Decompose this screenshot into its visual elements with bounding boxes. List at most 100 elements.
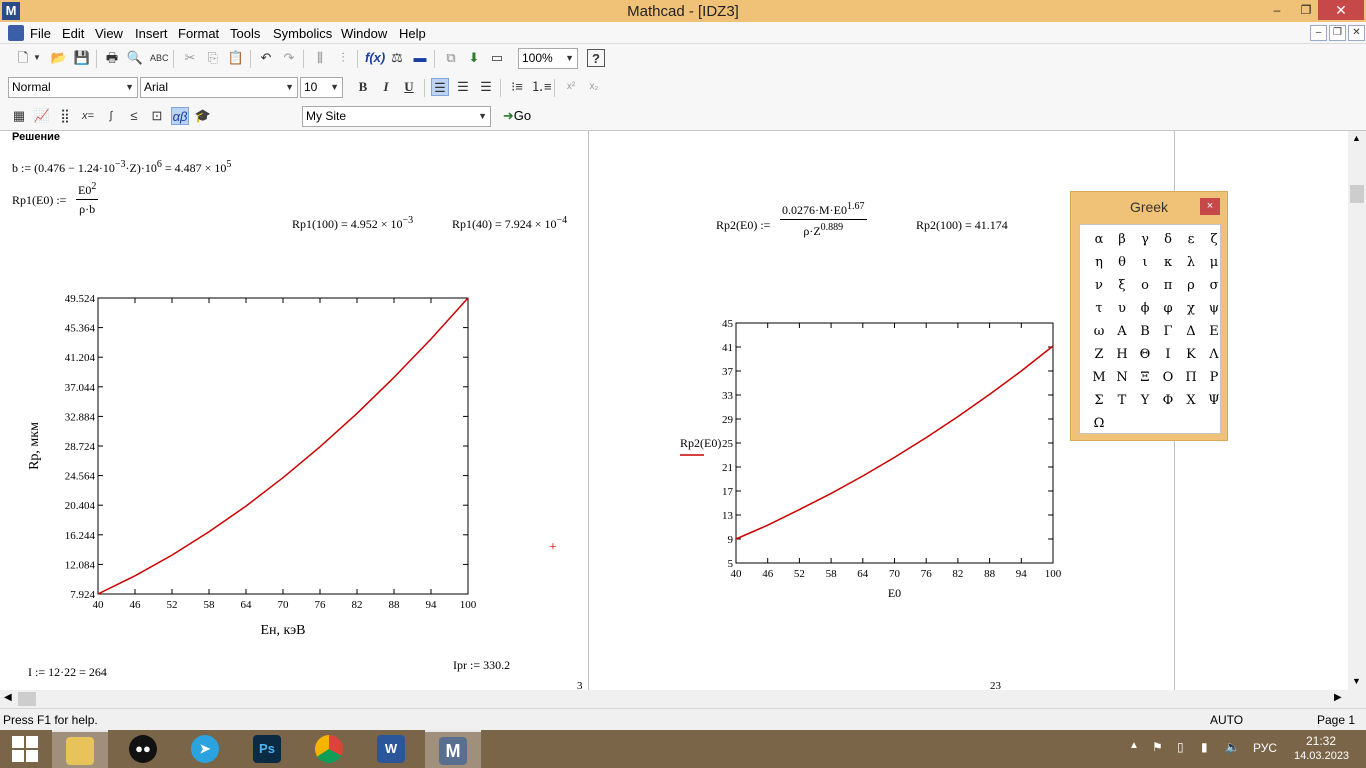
align-left-icon[interactable]: ☰ [431, 78, 449, 96]
zoom-select[interactable]: 100% ▼ [518, 48, 578, 69]
greek-letter-button[interactable]: Β [1134, 321, 1156, 343]
site-select[interactable]: My Site ▼ [302, 106, 491, 127]
greek-letter-button[interactable]: τ [1088, 298, 1110, 320]
align-center-icon[interactable]: ☰ [454, 78, 472, 96]
greek-letter-button[interactable]: η [1088, 252, 1110, 274]
greek-letter-button[interactable]: σ [1203, 275, 1225, 297]
undo-icon[interactable]: ↶ [257, 49, 275, 67]
greek-letter-button[interactable]: φ [1157, 298, 1179, 320]
greek-letter-button[interactable]: λ [1180, 252, 1202, 274]
greek-letter-button[interactable]: Χ [1180, 390, 1202, 412]
greek-letter-button[interactable]: ξ [1111, 275, 1133, 297]
copy-icon[interactable]: ⎘ [204, 49, 222, 67]
maximize-button[interactable]: ❐ [1292, 0, 1320, 20]
horizontal-scroll-thumb[interactable] [18, 692, 36, 706]
taskbar-chrome[interactable] [301, 730, 357, 768]
taskbar-file-explorer[interactable] [52, 730, 108, 768]
greek-letter-button[interactable]: Ζ [1088, 344, 1110, 366]
doc-close-button[interactable]: ✕ [1348, 25, 1365, 41]
new-icon[interactable]: 🗋 [14, 49, 32, 67]
rp1-40-result[interactable]: Rp1(40) = 7.924 × 10−4 [452, 215, 567, 232]
bold-button[interactable]: B [354, 78, 372, 96]
align-down-icon[interactable]: ⫶ [334, 49, 352, 67]
greek-letter-button[interactable]: Ι [1157, 344, 1179, 366]
save-icon[interactable]: 💾 [73, 49, 91, 67]
greek-letter-button[interactable]: ο [1134, 275, 1156, 297]
italic-button[interactable]: I [377, 78, 395, 96]
greek-toolbar-icon[interactable]: αβ [171, 107, 189, 125]
evaluation-icon[interactable]: x= [79, 107, 97, 125]
resources-icon[interactable]: ⬇ [465, 49, 483, 67]
taskbar-mathcad[interactable]: M [425, 730, 481, 768]
greek-letter-button[interactable]: Ψ [1203, 390, 1225, 412]
vertical-scrollbar[interactable]: ▲ ▼ [1348, 131, 1366, 690]
cut-icon[interactable]: ✂ [181, 49, 199, 67]
print-preview-icon[interactable]: 🔍 [126, 49, 144, 67]
greek-letter-button[interactable]: ρ [1180, 275, 1202, 297]
clock-time[interactable]: 21:32 [1306, 734, 1336, 748]
subscript-icon[interactable]: x₂ [585, 78, 603, 96]
greek-letter-button[interactable]: π [1157, 275, 1179, 297]
rp2-plot[interactable]: 40 46 52 58 64 70 76 82 88 94 10059131721252933374… [670, 311, 1080, 601]
language-indicator[interactable]: РУС [1253, 741, 1277, 755]
rp2-fraction[interactable]: 0.0276·M·E01.67 ρ·Z0.889 [780, 201, 867, 239]
greek-letter-button[interactable]: Ν [1111, 367, 1133, 389]
greek-letter-button[interactable]: Λ [1203, 344, 1225, 366]
scroll-right-icon[interactable]: ▶ [1334, 692, 1342, 703]
menu-help[interactable]: Help [399, 26, 426, 41]
clock-date[interactable]: 14.03.2023 [1294, 750, 1349, 762]
rp1-fraction[interactable]: E02 ρ·b [76, 181, 99, 217]
numbering-icon[interactable]: ⒈≡ [531, 78, 552, 96]
rp1-label[interactable]: Rp1(E0) := [12, 193, 66, 208]
greek-letter-button[interactable]: Τ [1111, 390, 1133, 412]
greek-letter-button[interactable]: κ [1157, 252, 1179, 274]
greek-letter-button[interactable]: Ω [1088, 413, 1110, 435]
scroll-down-icon[interactable]: ▼ [1352, 676, 1361, 686]
taskbar-telegram[interactable]: ➤ [177, 730, 233, 768]
menu-window[interactable]: Window [341, 26, 387, 41]
font-select[interactable]: Arial ▼ [140, 77, 298, 98]
greek-letter-button[interactable]: γ [1134, 229, 1156, 251]
align-right-icon[interactable]: ☰ [477, 78, 495, 96]
greek-letter-button[interactable]: Σ [1088, 390, 1110, 412]
greek-letter-button[interactable]: ψ [1203, 298, 1225, 320]
b-definition[interactable]: b := (0.476 − 1.24·10−3·Z)·106 = 4.487 ×… [12, 159, 231, 176]
component-icon[interactable]: ⧉ [442, 49, 460, 67]
style-select[interactable]: Normal ▼ [8, 77, 138, 98]
print-icon[interactable]: 🖶 [103, 49, 121, 67]
paste-icon[interactable]: 📋 [227, 49, 245, 67]
menu-edit[interactable]: Edit [62, 26, 84, 41]
ipr-definition[interactable]: Ipr := 330.2 [453, 658, 510, 673]
align-across-icon[interactable]: ⫼ [311, 49, 329, 67]
menu-tools[interactable]: Tools [230, 26, 260, 41]
graph-icon[interactable]: 📈 [33, 107, 51, 125]
new-dropdown-icon[interactable]: ▼ [32, 49, 42, 67]
symbolic-icon[interactable]: 🎓 [194, 107, 212, 125]
greek-letter-button[interactable]: Ο [1157, 367, 1179, 389]
scroll-left-icon[interactable]: ◀ [4, 692, 12, 703]
greek-letter-button[interactable]: Δ [1180, 321, 1202, 343]
go-button[interactable]: ➜Go [500, 107, 534, 125]
start-button[interactable] [0, 730, 50, 768]
close-button[interactable]: ✕ [1318, 0, 1364, 20]
network-warning-icon[interactable]: ⚑ [1152, 740, 1163, 754]
window-icon[interactable]: ▭ [488, 49, 506, 67]
tray-expand-icon[interactable]: ▲ [1129, 740, 1139, 751]
horizontal-scrollbar[interactable]: ◀ ▶ [0, 690, 1366, 708]
greek-letter-button[interactable]: ω [1088, 321, 1110, 343]
taskbar-photoshop[interactable]: Ps [239, 730, 295, 768]
doc-restore-button[interactable]: ❐ [1329, 25, 1346, 41]
rp1-100-result[interactable]: Rp1(100) = 4.952 × 10−3 [292, 215, 413, 232]
rp1-plot[interactable]: 40 46 52 58 64 70 76 82 88 94 1007.92412.08416.244… [20, 286, 500, 646]
greek-letter-button[interactable]: Α [1111, 321, 1133, 343]
help-icon[interactable]: ? [587, 49, 605, 67]
menu-insert[interactable]: Insert [135, 26, 168, 41]
scroll-up-icon[interactable]: ▲ [1352, 133, 1361, 143]
greek-letter-button[interactable]: Ρ [1203, 367, 1225, 389]
doc-minimize-button[interactable]: – [1310, 25, 1327, 41]
open-icon[interactable]: 📂 [50, 49, 68, 67]
signal-icon[interactable]: ▮ [1201, 740, 1208, 754]
underline-button[interactable]: U [400, 78, 418, 96]
boolean-icon[interactable]: ≤ [125, 107, 143, 125]
spell-check-icon[interactable]: ABC [150, 49, 169, 67]
